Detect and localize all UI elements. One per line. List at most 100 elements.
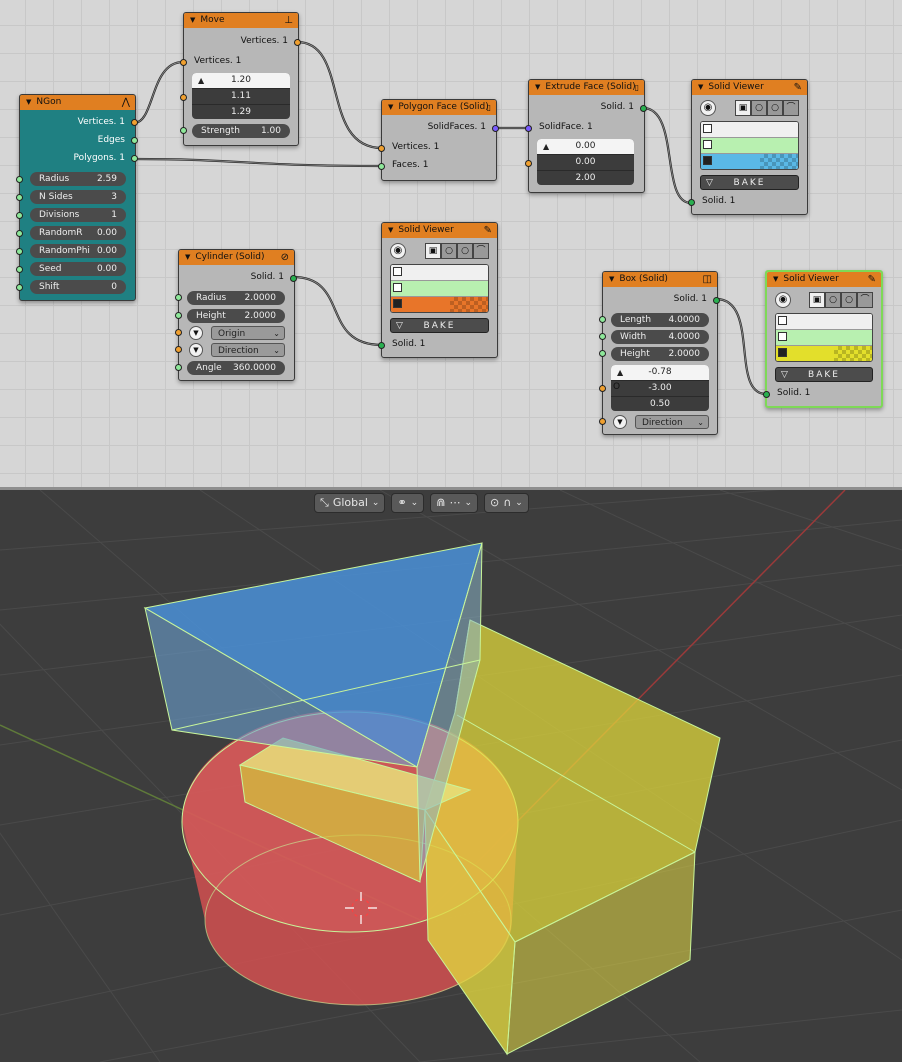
node-header[interactable]: ▼ Solid Viewer ✎ (692, 80, 807, 95)
face-color[interactable] (776, 346, 872, 361)
color-swatches[interactable] (390, 264, 489, 313)
vector-z[interactable]: 1.29 (192, 105, 290, 119)
socket-output[interactable] (131, 137, 138, 144)
field-angle[interactable]: Angle 360.0000 (187, 361, 285, 375)
pivot-point-dropdown[interactable]: ⚭ ⌄ (391, 493, 425, 513)
edge-color[interactable] (701, 138, 798, 154)
node-solid-viewer[interactable]: ▼ Solid Viewer ✎ ◉ ▣ ○ ○ ⌒ ▽ BAKE Solid. 1 (378, 222, 498, 358)
magnet-snap-icon[interactable]: ⋒ (436, 493, 445, 513)
expand-origin-icon[interactable]: ▼ (189, 326, 203, 340)
falloff-curve-icon[interactable]: ∩ (503, 493, 511, 513)
vector-z[interactable]: 0.50 (611, 397, 709, 411)
socket-input[interactable] (599, 350, 606, 357)
face-color[interactable] (701, 154, 798, 169)
node-header[interactable]: ▼ NGon ⋀ (20, 95, 135, 110)
expand-triangle-icon[interactable]: ▲ (198, 73, 204, 88)
eye-icon[interactable]: ◉ (390, 243, 406, 259)
socket-input[interactable] (378, 145, 385, 152)
field-width[interactable]: Width 4.0000 (611, 330, 709, 344)
field-shift[interactable]: Shift 0 (30, 280, 126, 294)
vector-x[interactable]: ▲ -0.78 (611, 365, 709, 381)
edge-display-icon[interactable]: ⌒ (783, 100, 799, 116)
node-box[interactable]: ▼ Box (Solid) ◫ Solid. 1 Length 4.0000 Widt… (599, 271, 720, 435)
vector-y[interactable]: 1.11 (192, 89, 290, 105)
node-editor[interactable]: ▼ NGon ⋀ Vertices. 1 Edges Polygons. 1 Rad… (0, 0, 902, 487)
node-header[interactable]: ▼ Box (Solid) ◫ (603, 272, 717, 287)
socket-input[interactable] (378, 342, 385, 349)
3d-viewport[interactable]: ⤡ Global ⌄ ⚭ ⌄ ⋒ ⋯ ⌄ ⊙ ∩ ⌄ (0, 490, 902, 1062)
node-header[interactable]: ▼ Move ⊥ (184, 13, 298, 28)
face-mode-icon[interactable]: ○ (457, 243, 473, 259)
socket-input[interactable] (175, 329, 182, 336)
node-cylinder[interactable]: ▼ Cylinder (Solid) ⊘ Solid. 1 Radius 2.0000… (175, 249, 297, 381)
socket-input[interactable] (599, 333, 606, 340)
socket-input[interactable] (16, 230, 23, 237)
socket-output[interactable] (131, 155, 138, 162)
bake-button[interactable]: ▽ BAKE (700, 175, 799, 190)
face-color[interactable] (391, 297, 488, 312)
socket-input[interactable] (175, 364, 182, 371)
expand-triangle-icon[interactable]: ▲ (617, 365, 623, 380)
field-radius[interactable]: Radius 2.59 (30, 172, 126, 186)
socket-output[interactable] (294, 39, 301, 46)
socket-input[interactable] (180, 59, 187, 66)
socket-input[interactable] (180, 94, 187, 101)
socket-input[interactable] (16, 176, 23, 183)
eye-icon[interactable]: ◉ (775, 292, 791, 308)
snap-increment-icon[interactable]: ⋯ (449, 493, 460, 513)
vector-field[interactable]: ▲ -0.78 -3.00 0.50 (611, 365, 709, 411)
node-header[interactable]: ▼ Cylinder (Solid) ⊘ (179, 250, 294, 265)
edge-color[interactable] (391, 281, 488, 297)
vector-y[interactable]: 0.00 (537, 155, 634, 171)
socket-input[interactable] (175, 312, 182, 319)
socket-output[interactable] (640, 105, 647, 112)
socket-input[interactable] (175, 346, 182, 353)
socket-output[interactable] (131, 119, 138, 126)
vertex-color[interactable] (776, 314, 872, 330)
socket-output[interactable] (290, 275, 297, 282)
socket-input[interactable] (16, 248, 23, 255)
node-header[interactable]: ▼ Extrude Face (Solid) ▯ (529, 80, 644, 95)
face-mode-icon[interactable]: ○ (767, 100, 783, 116)
field-length[interactable]: Length 4.0000 (611, 313, 709, 327)
vector-x[interactable]: ▲ 1.20 (192, 73, 290, 89)
node-move[interactable]: ▼Move⊥ Vertices. 1 Vertices. 1 M ▲1.20 1… (180, 12, 301, 146)
node-header[interactable]: ▼ Solid Viewer ✎ (767, 272, 881, 287)
socket-output[interactable] (492, 125, 499, 132)
socket-input[interactable] (16, 266, 23, 273)
field-seed[interactable]: Seed 0.00 (30, 262, 126, 276)
node-polygon-face[interactable]: ▼ Polygon Face (Solid) ▯ SolidFaces. 1 Ver… (378, 99, 499, 181)
color-swatches[interactable] (775, 313, 873, 362)
bake-button[interactable]: ▽ BAKE (775, 367, 873, 382)
field-height[interactable]: Height 2.0000 (187, 309, 285, 323)
field-n-sides[interactable]: N Sides 3 (30, 190, 126, 204)
expand-direction-icon[interactable]: ▼ (189, 343, 203, 357)
pencil-icon[interactable]: ✎ (868, 272, 876, 287)
color-swatches[interactable] (700, 121, 799, 170)
vertex-color[interactable] (701, 122, 798, 138)
direction-dropdown[interactable]: Direction ⌄ (635, 415, 709, 429)
socket-input[interactable] (525, 125, 532, 132)
edge-display-icon[interactable]: ⌒ (857, 292, 873, 308)
socket-input[interactable] (16, 212, 23, 219)
expand-triangle-icon[interactable]: ▲ (543, 139, 549, 154)
proportional-edit-controls[interactable]: ⊙ ∩ ⌄ (483, 493, 529, 513)
node-header[interactable]: ▼ Solid Viewer ✎ (382, 223, 497, 238)
collapse-arrow-icon[interactable]: ▼ (190, 13, 195, 28)
field-height[interactable]: Height 2.0000 (611, 347, 709, 361)
edge-mode-icon[interactable]: ○ (441, 243, 457, 259)
node-solid-viewer-selected[interactable]: ▼ Solid Viewer ✎ ◉ ▣ ○ ○ ⌒ ▽ BAKE Solid. 1 (763, 270, 883, 408)
collapse-arrow-icon[interactable]: ▼ (388, 223, 393, 238)
vertex-mode-icon[interactable]: ▣ (809, 292, 825, 308)
node-extrude-face[interactable]: ▼ Extrude Face (Solid) ▯ Solid. 1 SolidFac… (525, 79, 647, 193)
socket-input[interactable] (378, 163, 385, 170)
pencil-icon[interactable]: ✎ (794, 80, 802, 95)
node-header[interactable]: ▼ Polygon Face (Solid) ▯ (382, 100, 496, 115)
node-ngon[interactable]: ▼ NGon ⋀ Vertices. 1 Edges Polygons. 1 Rad… (16, 94, 138, 301)
snap-controls[interactable]: ⋒ ⋯ ⌄ (430, 493, 478, 513)
eye-icon[interactable]: ◉ (700, 100, 716, 116)
collapse-arrow-icon[interactable]: ▼ (26, 95, 31, 110)
socket-input[interactable] (599, 385, 606, 392)
collapse-arrow-icon[interactable]: ▼ (609, 272, 614, 287)
collapse-arrow-icon[interactable]: ▼ (698, 80, 703, 95)
